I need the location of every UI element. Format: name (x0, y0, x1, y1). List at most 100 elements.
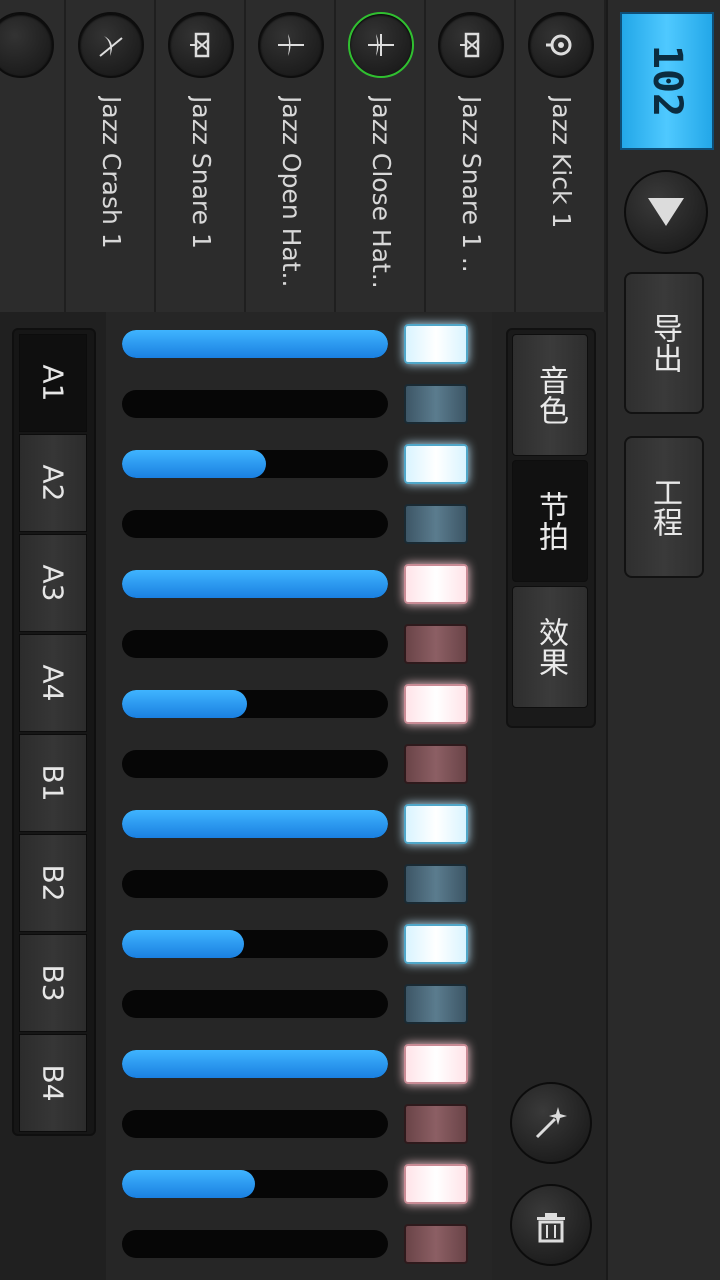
tab-0[interactable]: 音色 (512, 334, 588, 456)
step-pad[interactable] (404, 1164, 468, 1204)
velocity-slider[interactable] (122, 810, 388, 838)
pattern-label: A1 (36, 364, 70, 402)
velocity-slider[interactable] (122, 510, 388, 538)
tab-1[interactable]: 节拍 (512, 460, 588, 582)
step-pad[interactable] (404, 864, 468, 904)
step-pad[interactable] (404, 1224, 468, 1264)
clear-button[interactable] (510, 1184, 592, 1266)
instrument-name: Jazz Close Hat.. (367, 96, 396, 289)
snare-drum-icon (190, 32, 210, 58)
velocity-slider[interactable] (122, 1050, 388, 1078)
pattern-a1[interactable]: A1 (19, 334, 87, 432)
instrument-name: Jazz Crash 1 (97, 96, 126, 249)
pattern-label: A2 (36, 464, 70, 502)
tab-group: 音色 节拍 效果 (506, 328, 596, 728)
velocity-slider[interactable] (122, 750, 388, 778)
velocity-slider[interactable] (122, 570, 388, 598)
pattern-label: B4 (36, 1064, 70, 1102)
triangle-down-icon (648, 198, 684, 226)
instrument-button[interactable] (168, 12, 234, 78)
instrument-column[interactable]: Jazz Snare 1 .. (426, 0, 516, 312)
tab-column: 音色 节拍 效果 (492, 312, 606, 1280)
instrument-button[interactable] (258, 12, 324, 78)
step-pad[interactable] (404, 384, 468, 424)
export-button[interactable]: 导出 (624, 272, 704, 414)
velocity-fill (122, 1050, 388, 1078)
velocity-slider[interactable] (122, 330, 388, 358)
tempo-display[interactable]: 102 (620, 12, 714, 150)
velocity-slider[interactable] (122, 1110, 388, 1138)
velocity-fill (122, 330, 388, 358)
velocity-slider[interactable] (122, 450, 388, 478)
step-sequencer (106, 312, 492, 1280)
pattern-b2[interactable]: B2 (19, 834, 87, 932)
pattern-label: B1 (36, 764, 70, 802)
step-pad[interactable] (404, 744, 468, 784)
right-panel: 102 导出 工程 (606, 0, 720, 1280)
velocity-slider[interactable] (122, 630, 388, 658)
step-pad[interactable] (404, 564, 468, 604)
instrument-column[interactable]: Jazz Close Hat.. (336, 0, 426, 312)
velocity-fill (122, 570, 388, 598)
export-label: 导出 (647, 313, 682, 373)
velocity-slider[interactable] (122, 1170, 388, 1198)
step-row (106, 494, 492, 554)
step-row (106, 554, 492, 614)
step-pad[interactable] (404, 504, 468, 544)
velocity-slider[interactable] (122, 690, 388, 718)
project-button[interactable]: 工程 (624, 436, 704, 578)
kick-drum-icon (546, 34, 572, 56)
velocity-slider[interactable] (122, 990, 388, 1018)
step-row (106, 914, 492, 974)
tempo-value: 102 (644, 44, 690, 118)
pattern-group: A1 A2 A3 A4 B1 B2 B3 B4 (12, 328, 96, 1136)
instrument-button[interactable] (438, 12, 504, 78)
velocity-slider[interactable] (122, 870, 388, 898)
pattern-b1[interactable]: B1 (19, 734, 87, 832)
step-pad[interactable] (404, 984, 468, 1024)
step-row (106, 854, 492, 914)
instrument-column-partial (0, 0, 66, 312)
snare-drum-icon (460, 32, 480, 58)
step-pad[interactable] (404, 1044, 468, 1084)
closed-hihat-icon (368, 34, 394, 56)
pattern-b3[interactable]: B3 (19, 934, 87, 1032)
step-pad[interactable] (404, 1104, 468, 1144)
velocity-slider[interactable] (122, 930, 388, 958)
step-pad[interactable] (404, 804, 468, 844)
pattern-column: A1 A2 A3 A4 B1 B2 B3 B4 (0, 312, 106, 1280)
step-pad[interactable] (404, 444, 468, 484)
step-row (106, 1034, 492, 1094)
pattern-a2[interactable]: A2 (19, 434, 87, 532)
pattern-b4[interactable]: B4 (19, 1034, 87, 1132)
step-row (106, 374, 492, 434)
pattern-a4[interactable]: A4 (19, 634, 87, 732)
instrument-name: Jazz Kick 1 (547, 96, 576, 229)
instrument-name: Jazz Snare 1 .. (457, 96, 486, 273)
instrument-column[interactable]: Jazz Crash 1 (66, 0, 156, 312)
instrument-column[interactable]: Jazz Open Hat.. (246, 0, 336, 312)
pattern-a3[interactable]: A3 (19, 534, 87, 632)
tab-2[interactable]: 效果 (512, 586, 588, 708)
instrument-column[interactable]: Jazz Kick 1 (516, 0, 606, 312)
step-row (106, 1214, 492, 1274)
step-row (106, 1094, 492, 1154)
step-pad[interactable] (404, 684, 468, 724)
step-pad[interactable] (404, 324, 468, 364)
step-row (106, 674, 492, 734)
instrument-column[interactable]: Jazz Snare 1 (156, 0, 246, 312)
instrument-button[interactable] (0, 12, 54, 78)
pattern-label: A3 (36, 564, 70, 602)
velocity-slider[interactable] (122, 390, 388, 418)
step-pad[interactable] (404, 624, 468, 664)
instrument-button[interactable] (348, 12, 414, 78)
instrument-button[interactable] (528, 12, 594, 78)
dropdown-button[interactable] (624, 170, 708, 254)
velocity-slider[interactable] (122, 1230, 388, 1258)
instrument-button[interactable] (78, 12, 144, 78)
magic-wand-button[interactable] (510, 1082, 592, 1164)
step-row (106, 974, 492, 1034)
tab-label: 效果 (533, 617, 568, 677)
step-pad[interactable] (404, 924, 468, 964)
instrument-name: Jazz Snare 1 (187, 96, 216, 249)
